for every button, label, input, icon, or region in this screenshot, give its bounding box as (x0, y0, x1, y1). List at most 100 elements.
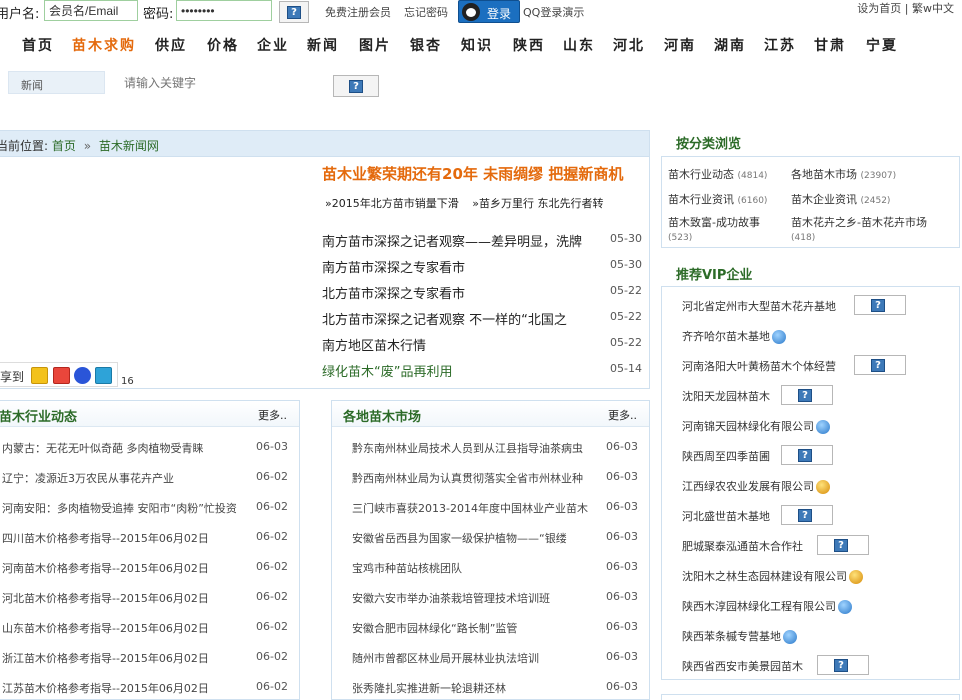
category-name[interactable]: 各地苗木市场 (791, 168, 857, 181)
vip-company-name[interactable]: 江西绿农农业发展有限公司 (682, 480, 814, 493)
more-link[interactable]: 更多.. (608, 407, 637, 423)
nav-item[interactable]: 山东 (563, 35, 595, 55)
qzone-icon[interactable] (31, 367, 48, 384)
vip-company[interactable]: 沈阳木之林生态园林建设有限公司 (682, 568, 863, 588)
qq-contact-button[interactable]: ? (854, 355, 906, 375)
qq-contact-button[interactable]: ? (817, 535, 869, 555)
list-item[interactable]: 安徽合肥市园林绿化“路长制”监管 06-03 (352, 620, 638, 640)
vip-company-name[interactable]: 河南锦天园林绿化有限公司 (682, 420, 814, 433)
vip-company[interactable]: 河南锦天园林绿化有限公司 (682, 418, 830, 438)
category-link[interactable]: 苗木企业资讯 (2452) (791, 191, 890, 207)
list-item[interactable]: 辽宁：凌源近3万农民从事花卉产业 06-02 (2, 470, 288, 490)
list-item[interactable]: 山东苗木价格参考指导--2015年06月02日 06-02 (2, 620, 288, 640)
list-item-title[interactable]: 安徽六安市举办油茶栽培管理技术培训班 (352, 590, 604, 606)
share-more-icon[interactable] (95, 367, 112, 384)
vip-company-name[interactable]: 陕西木淳园林绿化工程有限公司 (682, 600, 836, 613)
list-item[interactable]: 江苏苗木价格参考指导--2015年06月02日 06-02 (2, 680, 288, 700)
list-item[interactable]: 内蒙古：无花无叶似奇葩 多肉植物受青睐 06-03 (2, 440, 288, 460)
list-item[interactable]: 黔东南州林业局技术人员到从江县指导油茶病虫 06-03 (352, 440, 638, 460)
news-row[interactable]: 南方苗市深探之记者观察——差异明显，洗牌 05-30 (322, 231, 642, 251)
list-item[interactable]: 黔西南州林业局为认真贯彻落实全省市州林业种 06-03 (352, 470, 638, 490)
vip-company[interactable]: 沈阳天龙园林苗木 (682, 388, 770, 408)
vip-company-name[interactable]: 河南洛阳大叶黄杨苗木个体经营 (682, 360, 836, 373)
list-item-title[interactable]: 宝鸡市种苗站核桃团队 (352, 560, 604, 576)
vip-company[interactable]: 陕西木淳园林绿化工程有限公司 (682, 598, 852, 618)
vip-company-name[interactable]: 肥城聚泰泓通苗木合作社 (682, 540, 803, 553)
breadcrumb-home-link[interactable]: 首页 (52, 139, 76, 153)
nav-item[interactable]: 新闻 (307, 35, 339, 55)
news-title[interactable]: 绿化苗木“废”品再利用 (322, 361, 602, 380)
category-link[interactable]: 各地苗木市场 (23907) (791, 166, 896, 182)
nav-item[interactable]: 企业 (257, 35, 289, 55)
list-item-title[interactable]: 河南苗木价格参考指导--2015年06月02日 (2, 560, 252, 576)
news-title[interactable]: 北方苗市深探之记者观察 不一样的“北国之 (322, 309, 602, 328)
vip-company-name[interactable]: 陕西苯条槭专营基地 (682, 630, 781, 643)
nav-item[interactable]: 陕西 (513, 35, 545, 55)
list-item-title[interactable]: 随州市曾都区林业局开展林业执法培训 (352, 650, 604, 666)
nav-item[interactable]: 供应 (155, 35, 187, 55)
category-name[interactable]: 苗木行业动态 (668, 168, 734, 181)
qq-contact-button[interactable]: ? (854, 295, 906, 315)
vip-company-name[interactable]: 沈阳天龙园林苗木 (682, 390, 770, 403)
search-category-select[interactable]: 新闻 (8, 71, 105, 94)
nav-item[interactable]: 图片 (359, 35, 391, 55)
vip-company-name[interactable]: 河北盛世苗木基地 (682, 510, 770, 523)
list-item-title[interactable]: 山东苗木价格参考指导--2015年06月02日 (2, 620, 252, 636)
vip-company-name[interactable]: 陕西省西安市美景园苗木 (682, 660, 803, 673)
search-button[interactable]: ? (333, 75, 379, 97)
category-link[interactable]: 苗木致富-成功故事 (523) (668, 214, 760, 243)
nav-item[interactable]: 河南 (664, 35, 696, 55)
list-item-title[interactable]: 内蒙古：无花无叶似奇葩 多肉植物受青睐 (2, 440, 252, 456)
headline-link[interactable]: 苗木业繁荣期还有20年 未雨绸缪 把握新商机 (322, 163, 623, 184)
vip-company-name[interactable]: 齐齐哈尔苗木基地 (682, 330, 770, 343)
vip-company[interactable]: 陕西苯条槭专营基地 (682, 628, 797, 648)
forgot-password-link[interactable]: 忘记密码 (404, 4, 448, 20)
password-input[interactable] (176, 0, 272, 21)
qq-login-button[interactable]: ? (279, 1, 309, 23)
list-item-title[interactable]: 河南安阳：多肉植物受追捧 安阳市“肉粉”忙投资 (2, 500, 252, 516)
username-input[interactable] (44, 0, 138, 21)
list-item[interactable]: 随州市曾都区林业局开展林业执法培训 06-03 (352, 650, 638, 670)
nav-item[interactable]: 苗木求购 (72, 35, 136, 55)
list-item-title[interactable]: 三门峡市喜获2013-2014年度中国林业产业苗木 (352, 500, 604, 516)
list-item[interactable]: 安徽六安市举办油茶栽培管理技术培训班 06-03 (352, 590, 638, 610)
list-item-title[interactable]: 张秀隆扎实推进新一轮退耕还林 (352, 680, 604, 696)
list-item-title[interactable]: 黔东南州林业局技术人员到从江县指导油茶病虫 (352, 440, 604, 456)
vip-company[interactable]: 河北省定州市大型苗木花卉基地 (682, 298, 836, 318)
qq-contact-button[interactable]: ? (781, 505, 833, 525)
category-link[interactable]: 苗木行业资讯 (6160) (668, 191, 767, 207)
register-link[interactable]: 免费注册会员 (325, 4, 391, 20)
list-item-title[interactable]: 安徽合肥市园林绿化“路长制”监管 (352, 620, 604, 636)
list-item[interactable]: 四川苗木价格参考指导--2015年06月02日 06-02 (2, 530, 288, 550)
category-name[interactable]: 苗木企业资讯 (791, 193, 857, 206)
news-row[interactable]: 北方苗市深探之记者观察 不一样的“北国之 05-22 (322, 309, 642, 329)
category-link[interactable]: 苗木花卉之乡-苗木花卉市场 (418) (791, 214, 927, 243)
list-item[interactable]: 安徽省岳西县为国家一级保护植物——“银缕 06-03 (352, 530, 638, 550)
vip-company-name[interactable]: 陕西周至四季苗圃 (682, 450, 770, 463)
sub-headline-link[interactable]: »苗乡万里行 东北先行者转 (472, 197, 603, 210)
more-link[interactable]: 更多.. (258, 407, 287, 423)
vip-company[interactable]: 陕西省西安市美景园苗木 (682, 658, 803, 678)
list-item-title[interactable]: 辽宁：凌源近3万农民从事花卉产业 (2, 470, 252, 486)
qq-contact-button[interactable]: ? (781, 445, 833, 465)
news-row[interactable]: 北方苗市深探之专家看市 05-22 (322, 283, 642, 303)
vip-company[interactable]: 河北盛世苗木基地 (682, 508, 770, 528)
vip-company[interactable]: 陕西周至四季苗圃 (682, 448, 770, 468)
login-button[interactable]: 登录 (458, 0, 520, 23)
list-item-title[interactable]: 安徽省岳西县为国家一级保护植物——“银缕 (352, 530, 604, 546)
list-item[interactable]: 张秀隆扎实推进新一轮退耕还林 06-03 (352, 680, 638, 700)
qq-contact-button[interactable]: ? (781, 385, 833, 405)
list-item-title[interactable]: 四川苗木价格参考指导--2015年06月02日 (2, 530, 252, 546)
list-item[interactable]: 河北苗木价格参考指导--2015年06月02日 06-02 (2, 590, 288, 610)
nav-item[interactable]: 首页 (22, 35, 54, 55)
nav-item[interactable]: 知识 (461, 35, 493, 55)
baidu-icon[interactable] (74, 367, 91, 384)
nav-item[interactable]: 湖南 (714, 35, 746, 55)
weibo-icon[interactable] (53, 367, 70, 384)
list-item[interactable]: 河南苗木价格参考指导--2015年06月02日 06-02 (2, 560, 288, 580)
qq-login-demo-link[interactable]: QQ登录演示 (523, 4, 584, 20)
list-item-title[interactable]: 河北苗木价格参考指导--2015年06月02日 (2, 590, 252, 606)
nav-item[interactable]: 河北 (613, 35, 645, 55)
vip-company-name[interactable]: 河北省定州市大型苗木花卉基地 (682, 300, 836, 313)
news-row[interactable]: 南方地区苗木行情 05-22 (322, 335, 642, 355)
